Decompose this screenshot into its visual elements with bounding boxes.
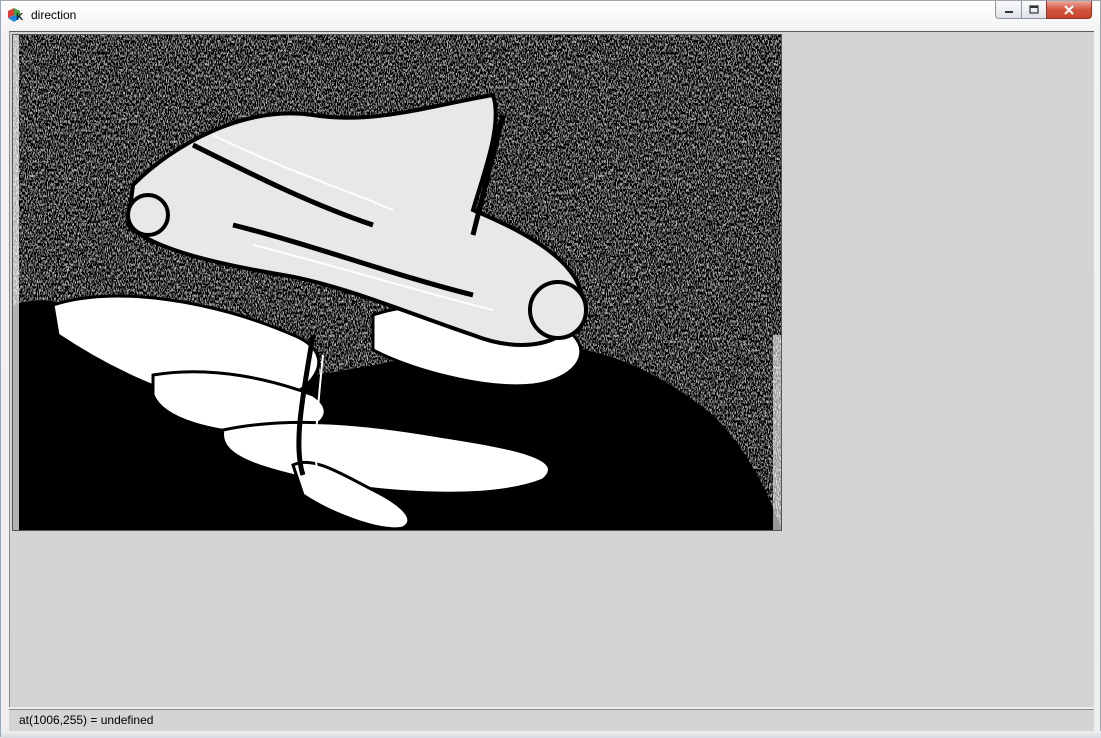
minimize-button[interactable] [995,1,1021,19]
status-bar: at(1006,255) = undefined [9,709,1094,731]
app-window: K direction at(1006,255) = undefined [0,0,1101,738]
status-text: at(1006,255) = undefined [19,713,154,727]
maximize-icon [1029,5,1039,14]
image-viewport[interactable] [9,31,1094,707]
svg-text:K: K [16,12,24,22]
close-icon [1064,4,1074,15]
minimize-icon [1004,10,1013,13]
window-controls [995,1,1092,21]
close-button[interactable] [1046,1,1092,19]
gtk-logo-icon: K [7,8,25,23]
window-title: direction [31,8,77,22]
title-bar[interactable]: K direction [1,1,1100,29]
edge-direction-image[interactable] [12,34,782,531]
maximize-button[interactable] [1021,1,1046,19]
